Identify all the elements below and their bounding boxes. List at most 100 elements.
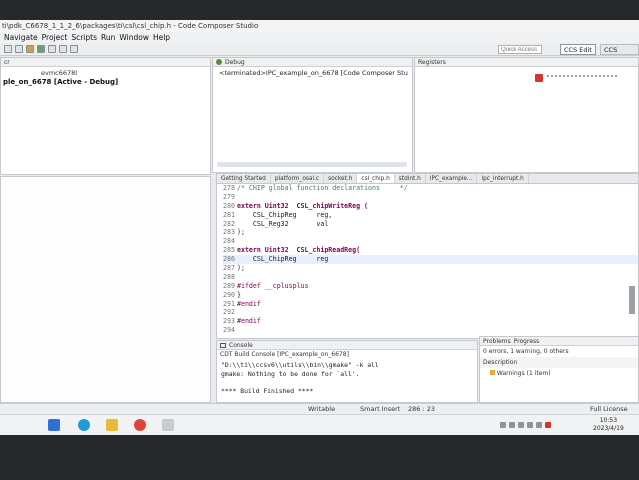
build-icon[interactable] [26,45,34,53]
code-line[interactable]: 282 CSL_Reg32 val [223,220,638,229]
code-line[interactable]: 293 #endif [223,317,638,326]
code-line[interactable]: 290} [223,291,638,300]
tray-ime-icon[interactable] [527,422,533,428]
menu-window[interactable]: Window [119,32,149,43]
windows-taskbar: 10:53 2023/4/19 [0,414,639,435]
line-number: 278 [223,184,235,192]
chrome-browser-icon[interactable] [134,419,146,431]
code-line[interactable]: 279 [223,193,638,202]
new-file-icon[interactable] [4,45,12,53]
menu-run[interactable]: Run [101,32,115,43]
code-area[interactable]: 278/* CHIP global function declarations … [217,184,638,335]
line-number: 289 [223,281,235,290]
main-toolbar: CCS Edit CCS Debug [0,43,639,65]
tray-chevron-icon[interactable] [500,422,506,428]
line-number: 294 [223,326,235,335]
line-number: 281 [223,210,235,219]
console-header: Console [217,341,477,350]
line-number: 286 [223,255,235,264]
system-tray [500,422,551,428]
editor-vertical-scrollbar[interactable] [629,286,635,314]
tab-stdint[interactable]: stdint.h [395,174,426,183]
line-number: 279 [223,192,235,201]
code-line[interactable]: 292 [223,308,638,317]
debug-view-title: Debug [225,58,245,66]
tray-alert-icon[interactable] [545,422,551,428]
registers-toolbar-icons [547,75,617,81]
warnings-item-label: Warnings (1 item) [496,370,551,377]
debug-view-scrollbar[interactable] [217,162,407,167]
start-windows-icon[interactable] [48,419,60,431]
menu-scripts[interactable]: Scripts [71,32,97,43]
code-line[interactable]: 287); [223,264,638,273]
perspective-ccs-edit[interactable]: CCS Edit [560,44,596,55]
code-line[interactable]: 283); [223,228,638,237]
line-number: 280 [223,201,235,210]
registers-toolbar-icon[interactable] [535,74,543,82]
tab-getting-started[interactable]: Getting Started [217,174,271,183]
ccs-app-icon[interactable] [162,419,174,431]
code-line[interactable]: 288 [223,273,638,282]
code-line[interactable]: 285 extern Uint32 CSL_chipReadReg( [223,246,638,255]
project-explorer-header: cr [1,58,210,67]
line-number: 291 [223,299,235,308]
line-number: 290 [223,290,235,299]
menu-project[interactable]: Project [42,32,68,43]
file-explorer-icon[interactable] [106,419,118,431]
console-title: Console [229,341,253,349]
forward-arrow-icon[interactable] [70,45,78,53]
terminated-session[interactable]: <terminated>IPC_example_on_6678 [Code Co… [213,67,412,77]
code-line[interactable]: 294 [223,326,638,335]
line-number: 282 [223,219,235,228]
debug-bug-icon [216,59,222,65]
tab-progress[interactable]: Progress [514,337,540,346]
warnings-item[interactable]: Warnings (1 item) [480,368,638,379]
menu-navigate[interactable]: Navigate [4,32,38,43]
console-icon [220,342,226,348]
registers-header: Registers [415,58,638,67]
screen: ti\pdk_C6678_1_1_2_6\packages\ti\csl\csl… [0,20,639,435]
taskbar-clock[interactable]: 10:53 2023/4/19 [593,417,624,433]
tab-socket[interactable]: socket.h [324,174,358,183]
code-line[interactable]: 291 #endif [223,300,638,309]
tab-problems[interactable]: Problems [483,337,511,346]
code-line[interactable]: 289 #ifdef __cplusplus [223,282,638,291]
tab-csl-chip[interactable]: csl_chip.h [357,174,395,183]
problems-column-description[interactable]: Description [480,357,638,368]
code-line[interactable]: 281 CSL_ChipReg reg, [223,211,638,220]
project-item-active[interactable]: ple_on_6678 [Active - Debug] [1,77,210,86]
line-text: CSL_ChipReg reg, [237,210,333,219]
line-text: extern Uint32 CSL_chipReadReg( [237,246,361,255]
menu-help[interactable]: Help [153,32,170,43]
perspective-ccs-debug[interactable]: CCS Debug [600,44,639,65]
registers-view-title: Registers [418,58,446,66]
line-number: 288 [223,272,235,281]
line-text: ); [237,228,245,237]
quick-access-input[interactable] [498,45,542,54]
console-line: "D:\\ti\\ccsv6\\utils\\bin\\gmake" -k al… [221,361,379,369]
tray-input-icon[interactable] [536,422,542,428]
console-view: Console CDT Build Console [IPC_example_o… [216,340,478,403]
tray-network-icon[interactable] [509,422,515,428]
tab-platform-osal[interactable]: platform_osal.c [271,174,325,183]
tab-ipc-example[interactable]: IPC_example... [426,174,478,183]
warning-icon [490,370,495,375]
code-editor: Getting Started platform_osal.c socket.h… [216,173,639,339]
code-line[interactable]: 284 [223,237,638,246]
line-number: 293 [223,317,235,326]
device-item[interactable]: evmc6678l [1,67,210,77]
edge-browser-icon[interactable] [78,419,90,431]
debug-icon[interactable] [37,45,45,53]
tab-ipc-interrupt[interactable]: ipc_interrupt.h [477,174,529,183]
left-empty-panel [0,176,211,403]
line-number: 287 [223,264,235,273]
code-line[interactable]: 278/* CHIP global function declarations … [223,184,638,193]
project-explorer-panel: cr evmc6678l ple_on_6678 [Active - Debug… [0,57,211,175]
save-icon[interactable] [15,45,23,53]
code-line[interactable]: 280 extern Uint32 CSL_chipWriteReg ( [223,202,638,211]
search-icon[interactable] [48,45,56,53]
back-arrow-icon[interactable] [59,45,67,53]
tray-volume-icon[interactable] [518,422,524,428]
code-line[interactable]: 286 CSL_ChipReg reg [223,255,638,265]
